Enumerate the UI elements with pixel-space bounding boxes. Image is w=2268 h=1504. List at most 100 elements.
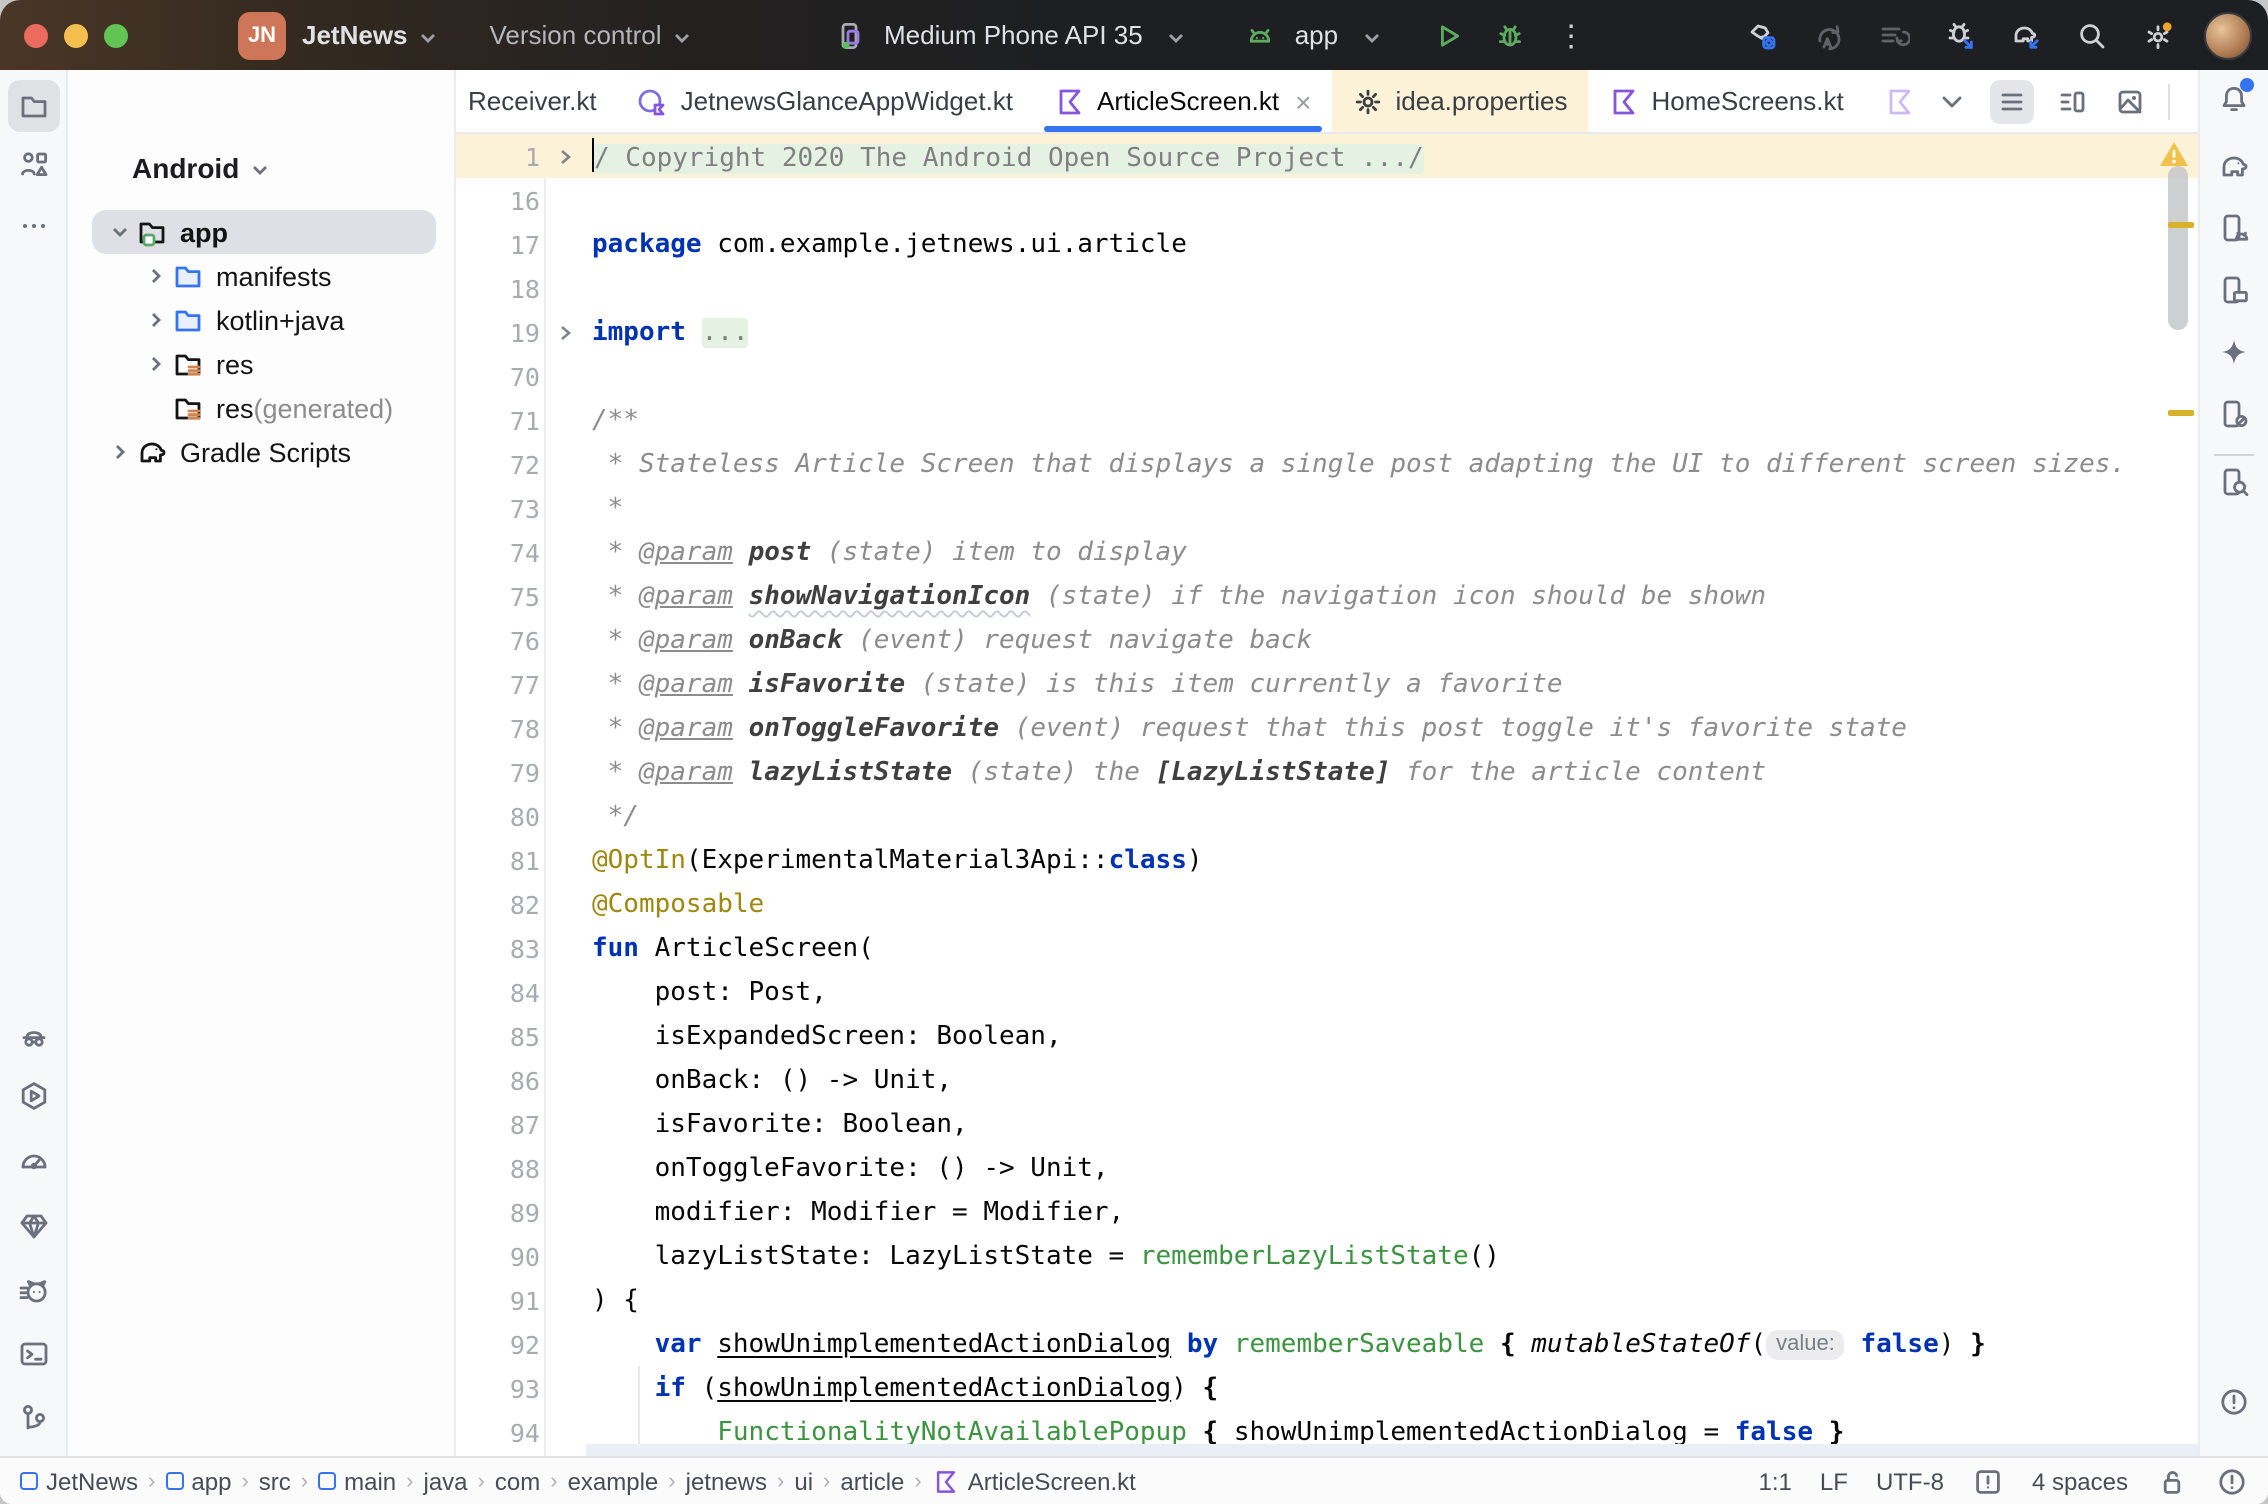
tree-item-kotlin-java[interactable]: kotlin+java [68, 298, 454, 342]
tree-item-res[interactable]: res [68, 342, 454, 386]
chevron-right-icon[interactable] [142, 350, 170, 378]
chevron-down-icon[interactable] [106, 218, 134, 246]
warning-stripe-mark[interactable] [2168, 410, 2194, 416]
resource-manager-icon[interactable] [14, 144, 54, 184]
file-encoding[interactable]: UTF-8 [1876, 1467, 1944, 1495]
project-name-menu[interactable]: JetNews [302, 20, 408, 50]
maximize-window-button[interactable] [104, 23, 128, 47]
editor-tab-HomeScreens.kt[interactable]: HomeScreens.kt [1588, 70, 1864, 132]
caret-position[interactable]: 1:1 [1759, 1467, 1792, 1495]
list-view-icon[interactable] [1990, 79, 2034, 123]
breadcrumb-item-app[interactable]: app [165, 1467, 231, 1495]
tree-item-label: Gradle Scripts [180, 437, 351, 467]
editor-tab-ArticleScreen.kt[interactable]: ArticleScreen.kt× [1033, 70, 1331, 132]
debug-button[interactable] [1490, 15, 1530, 55]
running-devices-icon[interactable] [2214, 270, 2254, 310]
settings-icon[interactable] [2138, 15, 2178, 55]
warning-stripe-mark[interactable] [2168, 222, 2194, 228]
chevron-down-icon[interactable] [672, 27, 692, 47]
tree-item-Gradle-Scripts[interactable]: Gradle Scripts [68, 430, 454, 474]
more-vert-icon[interactable]: ⋮ [1556, 17, 1586, 53]
chevron-down-icon[interactable] [1167, 27, 1187, 47]
line-number: 85 [456, 1021, 544, 1051]
code-text: fun ArticleScreen( [586, 933, 2198, 963]
vertical-scrollbar-thumb[interactable] [2168, 166, 2188, 330]
fold-chevron-icon[interactable] [544, 321, 586, 343]
inspections-widget-icon[interactable] [1972, 1465, 2004, 1497]
device-manager-icon[interactable] [2214, 208, 2254, 248]
indent-style[interactable]: 4 spaces [2032, 1467, 2128, 1495]
gradle-sync-icon[interactable] [2006, 15, 2046, 55]
breadcrumb-item-jetnews[interactable]: jetnews [686, 1467, 767, 1495]
search-icon[interactable] [2072, 15, 2112, 55]
chevron-down-icon[interactable] [1932, 81, 1972, 121]
image-view-icon[interactable] [2110, 81, 2150, 121]
breadcrumb-item-article[interactable]: article [840, 1467, 904, 1495]
app-inspection-icon[interactable] [14, 1014, 54, 1054]
horizontal-scrollbar[interactable] [586, 1444, 2198, 1456]
breadcrumb-item-com[interactable]: com [495, 1467, 540, 1495]
build-icon[interactable] [1742, 15, 1782, 55]
sync-lines-icon[interactable] [1874, 15, 1914, 55]
code-token [1813, 1417, 1829, 1447]
breadcrumb-item-ui[interactable]: ui [794, 1467, 813, 1495]
breadcrumb-item-main[interactable]: main [318, 1467, 396, 1495]
device-selector[interactable]: Medium Phone API 35 [884, 20, 1143, 50]
editor-tab-JetnewsGlanceAppWidget.kt[interactable]: JetnewsGlanceAppWidget.kt [617, 70, 1033, 132]
project-view-selector[interactable]: Android [132, 152, 239, 184]
version-control-icon[interactable] [14, 1398, 54, 1438]
code-token: [LazyListState] [1156, 757, 1391, 787]
attach-debugger-icon[interactable] [1940, 15, 1980, 55]
chevron-down-icon[interactable] [1362, 27, 1382, 47]
chevron-right-icon[interactable] [142, 306, 170, 334]
logcat-icon[interactable] [14, 1270, 54, 1310]
code-line: 74 * @param post (state) item to display [456, 530, 2198, 574]
code-editor[interactable]: 1/ Copyright 2020 The Android Open Sourc… [456, 134, 2198, 1456]
user-avatar[interactable] [2204, 11, 2252, 59]
breadcrumb-item-src[interactable]: src [259, 1467, 291, 1495]
notifications-icon[interactable] [2214, 80, 2254, 120]
profiler-gauge-icon[interactable] [14, 1140, 54, 1180]
tree-item-manifests[interactable]: manifests [68, 254, 454, 298]
fold-chevron-icon[interactable] [544, 145, 586, 167]
close-window-button[interactable] [24, 23, 48, 47]
run-button[interactable] [1428, 15, 1468, 55]
editor-tab-Receiver.kt[interactable]: Receiver.kt [456, 70, 617, 132]
chevron-down-icon[interactable] [249, 160, 269, 180]
run-configuration-selector[interactable]: app [1295, 20, 1338, 50]
profiler-icon[interactable] [1808, 15, 1848, 55]
more-dots-icon[interactable] [14, 206, 54, 246]
project-folder-icon[interactable] [8, 80, 60, 132]
code-text: isExpandedScreen: Boolean, [586, 1021, 2198, 1051]
vcs-menu[interactable]: Version control [490, 20, 662, 50]
editor-tab-hidden[interactable] [1864, 70, 1932, 132]
chevron-down-icon[interactable] [418, 27, 438, 47]
breadcrumb-item-ArticleScreen-kt[interactable]: ArticleScreen.kt [932, 1467, 1136, 1495]
gradle-icon[interactable] [2214, 146, 2254, 186]
lock-open-icon[interactable] [2156, 1465, 2188, 1497]
error-circle-icon[interactable] [2216, 1465, 2248, 1497]
device-link-icon[interactable] [2214, 394, 2254, 434]
run-tool-icon[interactable] [14, 1076, 54, 1116]
chevron-right-icon[interactable] [106, 438, 134, 466]
editor-tab-idea.properties[interactable]: idea.properties [1332, 70, 1588, 132]
chevron-right-icon[interactable] [142, 262, 170, 290]
app-quality-insights-icon[interactable] [14, 1206, 54, 1246]
tree-item-res[interactable]: res (generated) [68, 386, 454, 430]
tree-item-app[interactable]: app [68, 210, 454, 254]
minimize-window-button[interactable] [64, 23, 88, 47]
more-vert-icon[interactable] [2188, 81, 2198, 121]
close-tab-icon[interactable]: × [1295, 85, 1311, 117]
gemini-icon[interactable] [2214, 332, 2254, 372]
split-view-icon[interactable] [2052, 81, 2092, 121]
breadcrumb-item-java[interactable]: java [424, 1467, 468, 1495]
problems-icon[interactable] [2214, 1382, 2254, 1422]
inspection-warning-icon[interactable] [2158, 140, 2190, 168]
line-separator[interactable]: LF [1820, 1467, 1848, 1495]
layout-inspector-icon[interactable] [2214, 462, 2254, 502]
breadcrumb-item-example[interactable]: example [568, 1467, 659, 1495]
code-line: 84 post: Post, [456, 970, 2198, 1014]
breadcrumb-item-JetNews[interactable]: JetNews [20, 1467, 138, 1495]
terminal-icon[interactable] [14, 1334, 54, 1374]
toolbar-divider [2214, 454, 2254, 456]
